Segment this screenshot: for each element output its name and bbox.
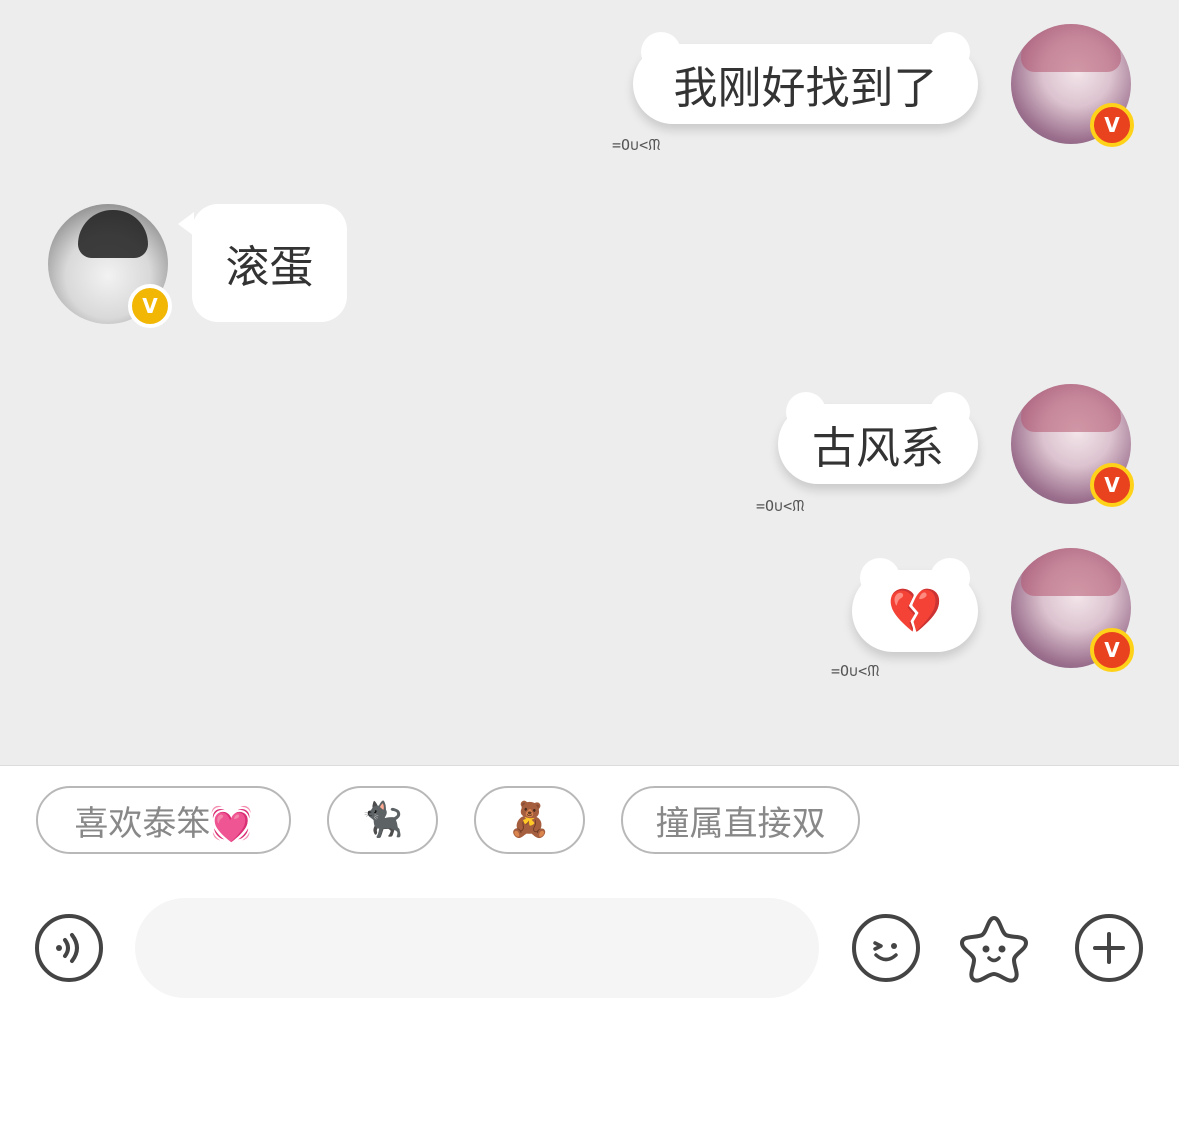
more-button[interactable]	[1075, 914, 1143, 982]
message-emoji: 💔	[887, 586, 943, 637]
quick-reply-label: 撞属直接双	[655, 803, 826, 844]
star-sticker-icon	[960, 916, 1028, 983]
emoji-button[interactable]	[852, 914, 920, 982]
quick-reply-chip[interactable]: 撞属直接双	[621, 786, 860, 854]
sent-message-bubble[interactable]: 我刚好找到了	[633, 32, 978, 124]
quick-reply-label: 🐈‍⬛	[361, 800, 404, 840]
quick-reply-chip[interactable]: 🐈‍⬛	[327, 786, 438, 854]
voice-icon	[56, 933, 79, 963]
emoji-icon	[873, 941, 898, 962]
message-text: 古风系	[812, 423, 944, 474]
sticker-button[interactable]	[956, 910, 1032, 986]
received-message-bubble[interactable]: 滚蛋	[192, 204, 347, 322]
message-text: 我刚好找到了	[673, 63, 938, 114]
vip-badge-icon: V	[1090, 463, 1134, 507]
voice-button[interactable]	[35, 914, 103, 982]
message-input[interactable]	[135, 898, 819, 998]
message-meta: =O∪<ᙏ	[612, 136, 661, 154]
message-meta: =O∪<ᙏ	[756, 497, 805, 515]
vip-badge-icon: V	[1090, 103, 1134, 147]
message-meta: =O∪<ᙏ	[831, 662, 880, 680]
vip-badge-icon: V	[128, 284, 172, 328]
divider	[0, 765, 1179, 766]
quick-reply-label: 🧸	[508, 800, 551, 840]
vip-badge-icon: V	[1090, 628, 1134, 672]
plus-icon	[1093, 932, 1125, 964]
message-text: 滚蛋	[225, 242, 314, 293]
quick-reply-chip[interactable]: 🧸	[474, 786, 585, 854]
sent-message-bubble[interactable]: 古风系	[778, 392, 978, 484]
chat-area[interactable]: 我刚好找到了 =O∪<ᙏ V V 滚蛋 古风系 =O∪<ᙏ V 💔 =O∪<ᙏ …	[0, 0, 1179, 765]
quick-reply-label: 喜欢泰笨💓	[74, 803, 253, 844]
quick-reply-chip[interactable]: 喜欢泰笨💓	[36, 786, 291, 854]
sent-message-bubble[interactable]: 💔	[852, 558, 978, 652]
